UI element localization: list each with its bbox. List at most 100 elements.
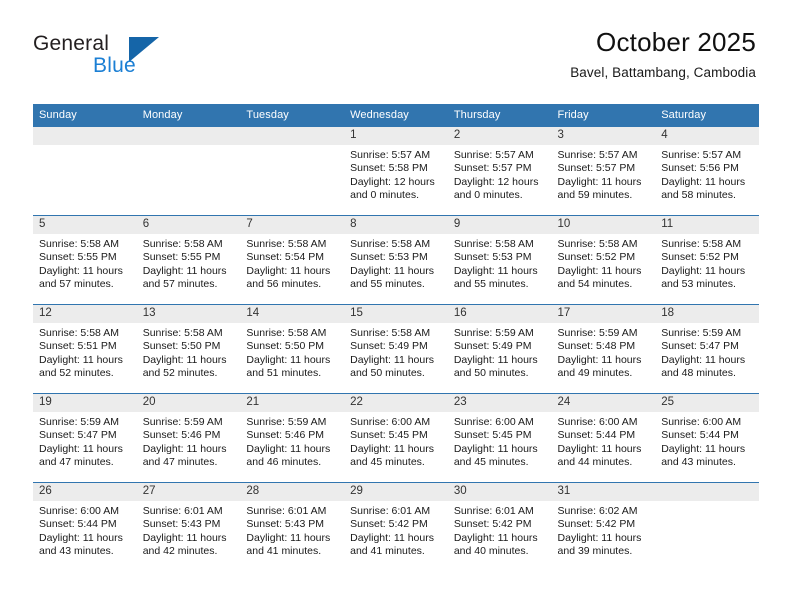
day-detail-line: Sunset: 5:44 PM [661,429,739,442]
day-cell[interactable]: 31 Sunrise: 6:02 AM Sunset: 5:42 PM Dayligh… [551,482,656,571]
day-details: Sunrise: 5:58 AM Sunset: 5:54 PM Daylight:… [240,234,344,292]
day-number: 26 [33,483,137,501]
day-detail-line: Daylight: 11 hours [246,442,331,455]
day-detail-line: Daylight: 11 hours [142,353,227,366]
day-cell[interactable]: 28 Sunrise: 6:01 AM Sunset: 5:43 PM Dayligh… [240,482,345,571]
day-cell[interactable]: 1 Sunrise: 5:57 AM Sunset: 5:58 PM Daylight… [344,126,448,216]
column-header-thursday: Thursday [447,104,552,127]
day-detail-line: Daylight: 11 hours [453,353,538,366]
day-detail-line: and 49 minutes. [557,367,633,380]
day-details: Sunrise: 5:57 AM Sunset: 5:57 PM Daylight:… [552,145,656,203]
day-detail-line: Daylight: 11 hours [142,264,227,277]
day-detail-line: and 48 minutes. [661,367,736,380]
day-number: 9 [447,216,552,234]
day-details: Sunrise: 5:59 AM Sunset: 5:49 PM Daylight:… [448,323,552,381]
day-detail-line: Sunrise: 6:00 AM [661,416,742,428]
day-cell[interactable]: 5 Sunrise: 5:58 AM Sunset: 5:55 PM Daylight… [33,215,137,305]
day-cell[interactable]: 27 Sunrise: 6:01 AM Sunset: 5:43 PM Dayligh… [136,482,241,571]
day-cell[interactable]: 13 Sunrise: 5:58 AM Sunset: 5:50 PM Dayligh… [136,304,241,394]
day-cell[interactable]: 4 Sunrise: 5:57 AM Sunset: 5:56 PM Daylight… [655,126,759,216]
calendar-table: Sunday Monday Tuesday Wednesday Thursday Frid… [33,104,759,571]
day-detail-line: Daylight: 11 hours [246,264,331,277]
column-header-monday: Monday [136,104,241,127]
day-detail-line: Sunrise: 5:58 AM [661,238,742,250]
day-details: Sunrise: 5:57 AM Sunset: 5:56 PM Daylight:… [655,145,759,203]
day-cell[interactable]: 29 Sunrise: 6:01 AM Sunset: 5:42 PM Dayligh… [344,482,448,571]
day-cell[interactable]: 10 Sunrise: 5:58 AM Sunset: 5:52 PM Dayligh… [551,215,656,305]
day-detail-line: Sunrise: 5:58 AM [557,238,638,250]
day-cell[interactable]: 30 Sunrise: 6:01 AM Sunset: 5:42 PM Dayligh… [447,482,552,571]
day-detail-line: Daylight: 11 hours [246,353,331,366]
calendar-grid: Sunday Monday Tuesday Wednesday Thursday Frid… [33,104,759,571]
day-detail-line: Sunset: 5:50 PM [142,340,221,353]
title-block: October 2025 Bavel, Battambang, Cambodia [570,27,756,80]
day-detail-line: and 56 minutes. [246,278,322,291]
day-cell[interactable]: 17 Sunrise: 5:59 AM Sunset: 5:48 PM Dayligh… [551,304,656,394]
day-cell[interactable]: 9 Sunrise: 5:58 AM Sunset: 5:53 PM Daylight… [447,215,552,305]
day-number: 31 [551,483,656,501]
day-number: 15 [344,305,448,323]
day-detail-line: Sunset: 5:51 PM [39,340,117,353]
week-row: 19 Sunrise: 5:59 AM Sunset: 5:47 PM Dayligh… [33,393,759,483]
calendar-body: 1 Sunrise: 5:57 AM Sunset: 5:58 PM Daylight… [33,126,759,571]
day-cell[interactable]: 22 Sunrise: 6:00 AM Sunset: 5:45 PM Dayligh… [344,393,448,483]
day-number: 2 [447,127,552,145]
day-number: 13 [136,305,241,323]
day-details: Sunrise: 5:58 AM Sunset: 5:51 PM Daylight:… [33,323,137,381]
day-details: Sunrise: 5:58 AM Sunset: 5:52 PM Daylight:… [655,234,759,292]
day-detail-line: Sunset: 5:46 PM [246,429,325,442]
day-detail-line: and 47 minutes. [39,456,114,469]
day-detail-line: Sunrise: 5:58 AM [246,327,327,339]
day-number: 21 [240,394,345,412]
day-details: Sunrise: 6:02 AM Sunset: 5:42 PM Daylight:… [552,501,656,559]
day-cell[interactable]: 18 Sunrise: 5:59 AM Sunset: 5:47 PM Dayligh… [655,304,759,394]
day-detail-line: and 57 minutes. [142,278,218,291]
day-detail-line: and 40 minutes. [453,545,529,558]
day-cell[interactable]: 14 Sunrise: 5:58 AM Sunset: 5:50 PM Dayligh… [240,304,345,394]
day-cell[interactable]: 8 Sunrise: 5:58 AM Sunset: 5:53 PM Daylight… [344,215,448,305]
day-cell[interactable]: 15 Sunrise: 5:58 AM Sunset: 5:49 PM Dayligh… [344,304,448,394]
day-number: 27 [136,483,241,501]
day-detail-line: and 57 minutes. [39,278,114,291]
day-cell[interactable]: 19 Sunrise: 5:59 AM Sunset: 5:47 PM Dayligh… [33,393,137,483]
day-detail-line: Sunset: 5:52 PM [557,251,636,264]
day-cell[interactable]: 7 Sunrise: 5:58 AM Sunset: 5:54 PM Daylight… [240,215,345,305]
day-detail-line: Daylight: 11 hours [350,353,434,366]
day-number [240,127,345,145]
day-cell[interactable]: 25 Sunrise: 6:00 AM Sunset: 5:44 PM Dayligh… [655,393,759,483]
brand-logo[interactable]: General Blue [33,32,223,80]
day-detail-line: Sunrise: 5:59 AM [557,327,638,339]
day-cell[interactable]: 24 Sunrise: 6:00 AM Sunset: 5:44 PM Dayligh… [551,393,656,483]
day-cell[interactable]: 16 Sunrise: 5:59 AM Sunset: 5:49 PM Dayligh… [447,304,552,394]
day-detail-line: and 41 minutes. [246,545,322,558]
day-number: 6 [136,216,241,234]
day-cell[interactable]: 6 Sunrise: 5:58 AM Sunset: 5:55 PM Daylight… [136,215,241,305]
day-cell[interactable]: 2 Sunrise: 5:57 AM Sunset: 5:57 PM Daylight… [447,126,552,216]
day-details: Sunrise: 6:00 AM Sunset: 5:45 PM Daylight:… [344,412,448,470]
column-header-tuesday: Tuesday [240,104,345,127]
day-detail-line: and 58 minutes. [661,189,736,202]
day-number: 25 [655,394,759,412]
column-header-sunday: Sunday [33,104,137,127]
day-cell[interactable]: 23 Sunrise: 6:00 AM Sunset: 5:45 PM Dayligh… [447,393,552,483]
day-details: Sunrise: 5:57 AM Sunset: 5:58 PM Daylight:… [344,145,448,203]
day-detail-line: Daylight: 11 hours [39,442,123,455]
day-cell[interactable]: 3 Sunrise: 5:57 AM Sunset: 5:57 PM Daylight… [551,126,656,216]
day-detail-line: and 51 minutes. [246,367,322,380]
day-details: Sunrise: 6:00 AM Sunset: 5:44 PM Daylight:… [552,412,656,470]
day-details: Sunrise: 5:59 AM Sunset: 5:47 PM Daylight:… [655,323,759,381]
day-cell[interactable]: 21 Sunrise: 5:59 AM Sunset: 5:46 PM Dayligh… [240,393,345,483]
brand-name-secondary: Blue [93,54,136,77]
day-cell[interactable]: 26 Sunrise: 6:00 AM Sunset: 5:44 PM Dayligh… [33,482,137,571]
day-cell[interactable]: 12 Sunrise: 5:58 AM Sunset: 5:51 PM Dayligh… [33,304,137,394]
day-detail-line: Daylight: 11 hours [142,442,227,455]
day-detail-line: and 55 minutes. [350,278,425,291]
day-number: 8 [344,216,448,234]
day-cell-empty [655,482,759,571]
day-cell[interactable]: 20 Sunrise: 5:59 AM Sunset: 5:46 PM Dayligh… [136,393,241,483]
day-detail-line: Sunrise: 5:57 AM [350,149,431,161]
day-detail-line: Sunset: 5:55 PM [39,251,117,264]
day-detail-line: and 43 minutes. [39,545,114,558]
day-cell[interactable]: 11 Sunrise: 5:58 AM Sunset: 5:52 PM Dayligh… [655,215,759,305]
day-detail-line: Sunrise: 5:59 AM [453,327,534,339]
